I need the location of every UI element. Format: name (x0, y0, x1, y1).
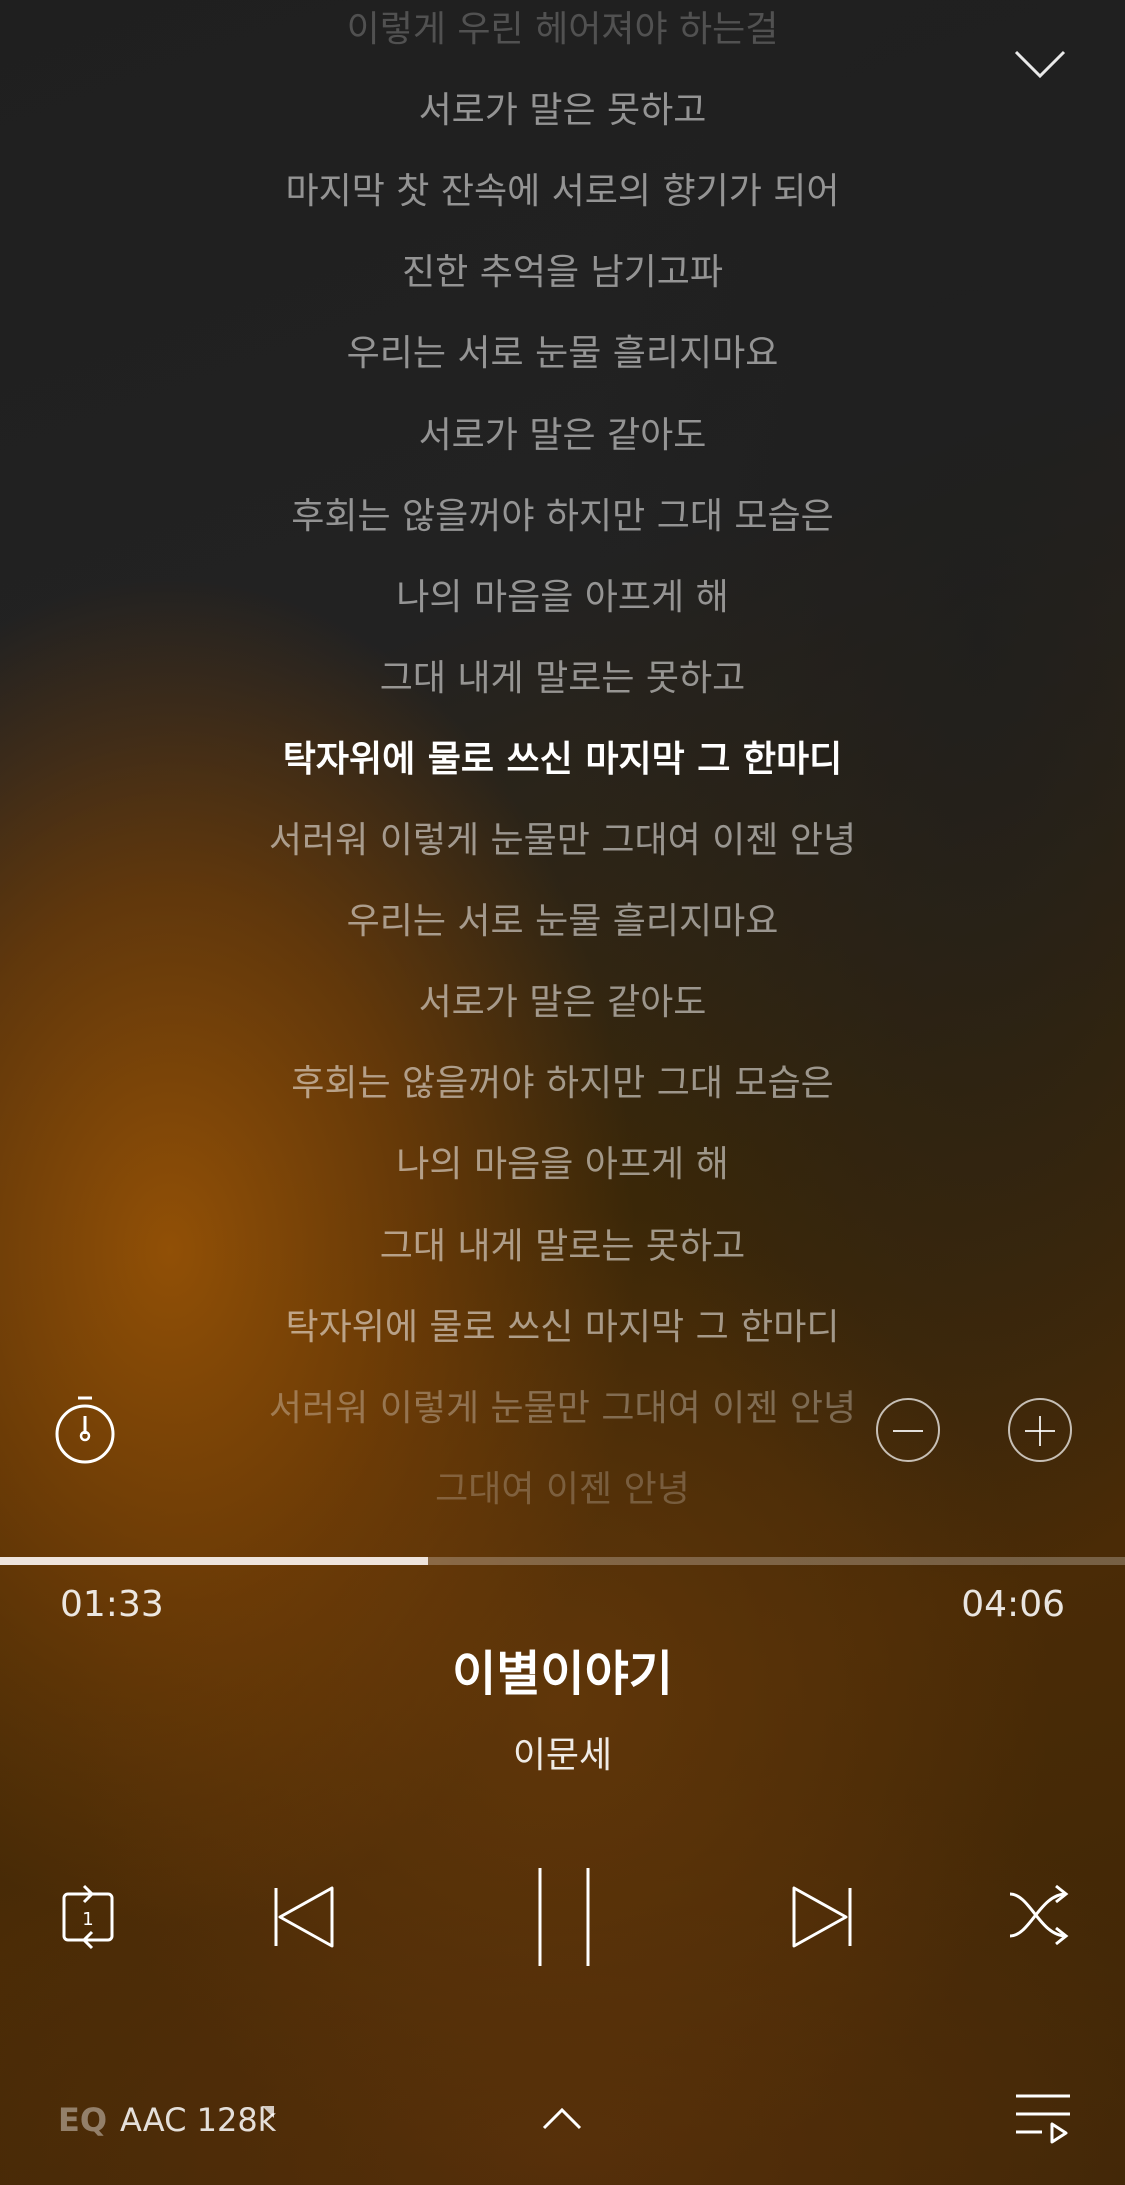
pause-button[interactable] (534, 1866, 594, 1968)
skip-previous-icon (274, 1886, 334, 1948)
lyric-line[interactable]: 우리는 서로 눈물 흘리지마요 (0, 330, 1125, 378)
stopwatch-icon (55, 1396, 115, 1464)
svg-text:1: 1 (82, 1909, 93, 1930)
lyric-line[interactable]: 이렇게 우린 헤어져야 하는걸 (0, 6, 1125, 54)
sleep-timer-button[interactable] (52, 1390, 118, 1466)
next-button[interactable] (790, 1884, 856, 1950)
lyric-line[interactable]: 나의 마음을 아프게 해 (0, 1141, 1125, 1189)
lyric-line[interactable]: 그대여 이젠 안녕 (0, 1466, 1125, 1514)
current-time: 01:33 (60, 1584, 164, 1625)
lyric-line[interactable]: 서로가 말은 같아도 (0, 979, 1125, 1027)
lyric-line[interactable]: 후회는 않을꺼야 하지만 그대 모습은 (0, 493, 1125, 541)
lyric-line[interactable]: 서러워 이렇게 눈물만 그대여 이젠 안녕 (0, 817, 1125, 865)
lyric-line[interactable]: 서러워 이렇게 눈물만 그대여 이젠 안녕 (0, 1385, 1125, 1433)
lyric-line[interactable]: 나의 마음을 아프게 해 (0, 574, 1125, 622)
chevron-up-icon (542, 2107, 582, 2130)
pause-icon (538, 1868, 590, 1966)
repeat-button[interactable]: 1 (56, 1882, 120, 1952)
progress-fill (0, 1557, 428, 1565)
lyric-line[interactable]: 그대 내게 말로는 못하고 (0, 655, 1125, 703)
expand-button[interactable] (540, 2104, 584, 2132)
artist-name[interactable]: 이문세 (0, 1730, 1125, 1782)
playlist-button[interactable] (1014, 2090, 1072, 2146)
lyrics-panel[interactable]: 이렇게 우린 헤어져야 하는걸서로가 말은 못하고마지막 찻 잔속에 서로의 향… (0, 0, 1125, 1530)
lyric-line-current[interactable]: 탁자위에 물로 쓰신 마지막 그 한마디 (0, 736, 1125, 784)
progress-bar[interactable] (0, 1557, 1125, 1565)
song-title: 이별이야기 (452, 1646, 673, 1702)
lyric-line[interactable]: 후회는 않을꺼야 하지만 그대 모습은 (0, 1060, 1125, 1108)
lyric-line[interactable]: 마지막 찻 잔속에 서로의 향기가 되어 (0, 168, 1125, 216)
quality-corner-icon (262, 2106, 274, 2118)
playlist-icon (1016, 2094, 1070, 2144)
shuffle-button[interactable] (1008, 1884, 1070, 1946)
font-smaller-button[interactable] (876, 1398, 940, 1462)
previous-button[interactable] (270, 1884, 336, 1950)
skip-next-icon (792, 1886, 852, 1948)
lyric-line[interactable]: 서로가 말은 같아도 (0, 412, 1125, 460)
lyric-line[interactable]: 우리는 서로 눈물 흘리지마요 (0, 898, 1125, 946)
lyric-line[interactable]: 탁자위에 물로 쓰신 마지막 그 한마디 (0, 1304, 1125, 1352)
repeat-one-icon: 1 (62, 1884, 114, 1950)
lyric-line[interactable]: 서로가 말은 못하고 (0, 87, 1125, 135)
total-time: 04:06 (961, 1584, 1065, 1625)
eq-button[interactable]: EQ (58, 2098, 107, 2142)
lyric-line[interactable]: 그대 내게 말로는 못하고 (0, 1223, 1125, 1271)
shuffle-icon (1009, 1884, 1069, 1946)
font-larger-button[interactable] (1008, 1398, 1072, 1462)
audio-quality-label[interactable]: AAC 128k (120, 2098, 276, 2142)
lyric-line[interactable]: 진한 추억을 남기고파 (0, 249, 1125, 297)
